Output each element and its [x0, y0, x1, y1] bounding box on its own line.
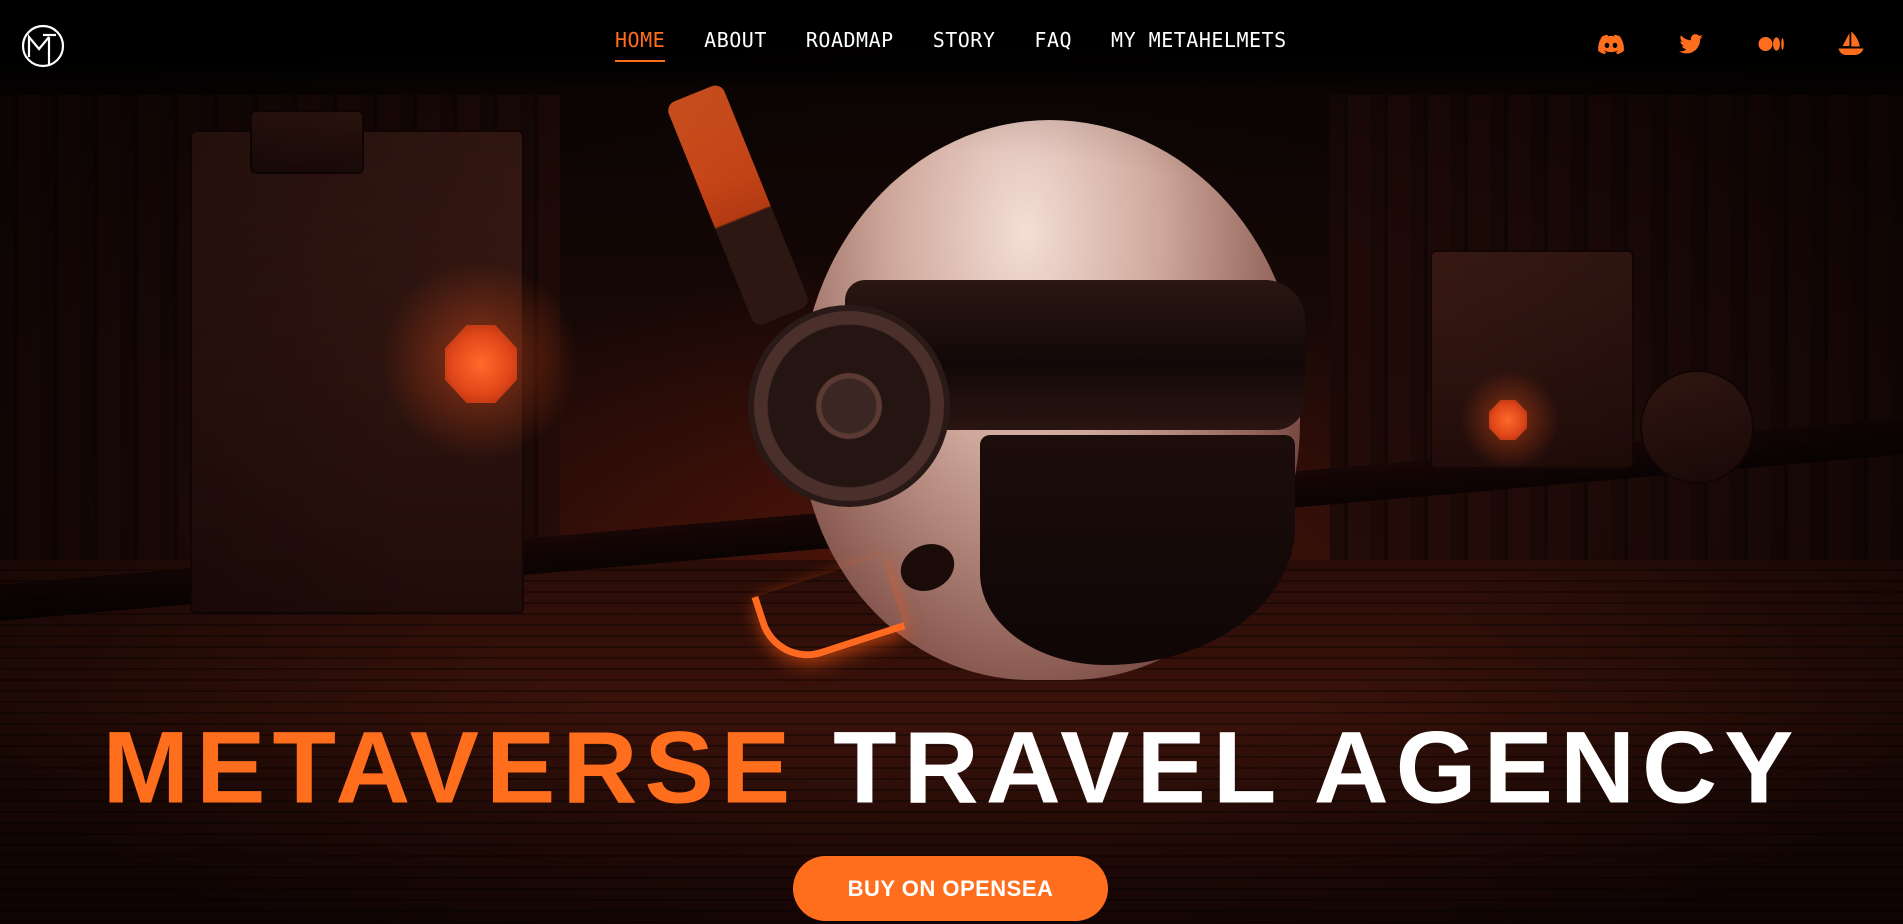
- metahelmet-illustration: [665, 82, 1305, 705]
- medium-link[interactable]: [1757, 30, 1785, 58]
- metahelmet-logo-icon: [21, 24, 65, 68]
- nav-about[interactable]: ABOUT: [704, 28, 767, 62]
- medium-icon: [1758, 37, 1784, 51]
- opensea-icon: [1838, 31, 1864, 55]
- top-navbar: HOME ABOUT ROADMAP STORY FAQ MY METAHELM…: [0, 0, 1903, 88]
- discord-link[interactable]: [1597, 30, 1625, 58]
- nav-home[interactable]: HOME: [615, 28, 666, 62]
- left-machine-top: [250, 110, 364, 174]
- right-fan: [1640, 370, 1754, 484]
- hero-title-metaverse: METAVERSE: [102, 711, 798, 825]
- discord-icon: [1598, 34, 1624, 55]
- hero-title-travel-agency: TRAVEL AGENCY: [833, 711, 1801, 825]
- helmet-ear-fan: [748, 305, 950, 507]
- landing-page: HOME ABOUT ROADMAP STORY FAQ MY METAHELM…: [0, 0, 1903, 924]
- twitter-icon: [1679, 34, 1703, 54]
- nav-roadmap[interactable]: ROADMAP: [806, 28, 894, 62]
- hero-title: METAVERSE TRAVEL AGENCY: [0, 717, 1903, 819]
- nav-story[interactable]: STORY: [933, 28, 996, 62]
- buy-on-opensea-button[interactable]: BUY ON OPENSEA: [793, 856, 1108, 921]
- nav-my-metahelmets[interactable]: MY METAHELMETS: [1111, 28, 1287, 62]
- helmet-glow-tube: [751, 555, 906, 672]
- helmet-lower-visor: [980, 435, 1295, 665]
- opensea-link[interactable]: [1837, 30, 1865, 58]
- nav-faq[interactable]: FAQ: [1034, 28, 1072, 62]
- site-logo[interactable]: [20, 23, 66, 69]
- main-nav: HOME ABOUT ROADMAP STORY FAQ MY METAHELM…: [615, 28, 1287, 62]
- social-links: [1597, 30, 1865, 58]
- twitter-link[interactable]: [1677, 30, 1705, 58]
